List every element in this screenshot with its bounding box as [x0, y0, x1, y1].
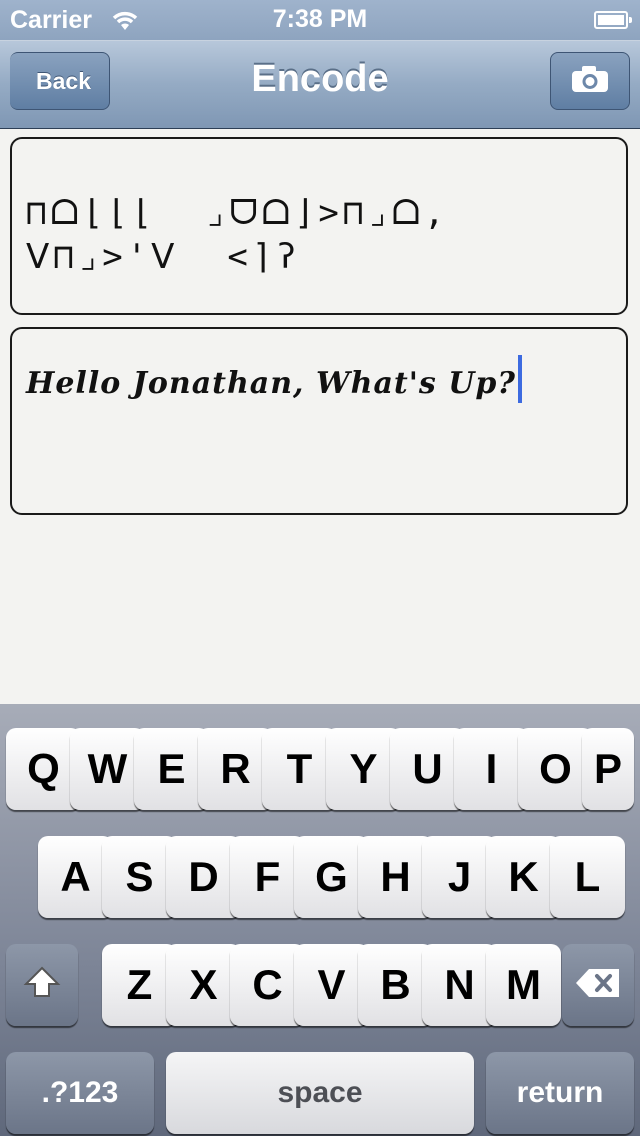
shift-key[interactable]	[6, 944, 78, 1026]
plain-text: Hello Jonathan, What's Up?	[26, 366, 516, 401]
page-title: Encode	[251, 58, 389, 100]
screen: Carrier 7:38 PM Back Encode ⊓ᗝ⌊⌊⌊ ⌟ᗜᗝ⌋>⊓…	[0, 0, 640, 1136]
keyboard: Q W E R T Y U I O P A S D F G H J K L Z …	[0, 704, 640, 1136]
encoded-text-box[interactable]: ⊓ᗝ⌊⌊⌊ ⌟ᗜᗝ⌋>⊓⌟ᗝ, ᐯ⊓⌟>'ᐯ <⌉ʔ	[10, 137, 628, 315]
paper-background: ⊓ᗝ⌊⌊⌊ ⌟ᗜᗝ⌋>⊓⌟ᗝ, ᐯ⊓⌟>'ᐯ <⌉ʔ Hello Jonatha…	[0, 129, 640, 704]
key-m[interactable]: M	[486, 944, 561, 1026]
shift-icon	[22, 961, 62, 1009]
text-caret	[517, 355, 522, 403]
status-time: 7:38 PM	[272, 5, 368, 33]
key-l[interactable]: L	[550, 836, 625, 918]
delete-icon	[574, 961, 622, 1009]
back-button-label: Back	[36, 67, 91, 94]
return-key[interactable]: return	[486, 1052, 634, 1134]
camera-icon	[570, 64, 610, 99]
battery-icon	[594, 11, 632, 29]
key-p[interactable]: P	[582, 728, 634, 810]
navigation-bar: Back Encode	[0, 40, 640, 129]
plain-text-value: Hello Jonathan, What's Up?	[26, 355, 522, 403]
space-key[interactable]: space	[166, 1052, 474, 1134]
plain-text-input[interactable]: Hello Jonathan, What's Up?	[10, 327, 628, 515]
delete-key[interactable]	[562, 944, 634, 1026]
camera-button[interactable]	[550, 52, 630, 110]
numbers-key[interactable]: .?123	[6, 1052, 154, 1134]
status-bar: Carrier 7:38 PM	[0, 0, 640, 40]
encoded-text: ⊓ᗝ⌊⌊⌊ ⌟ᗜᗝ⌋>⊓⌟ᗝ, ᐯ⊓⌟>'ᐯ <⌉ʔ	[26, 193, 449, 277]
